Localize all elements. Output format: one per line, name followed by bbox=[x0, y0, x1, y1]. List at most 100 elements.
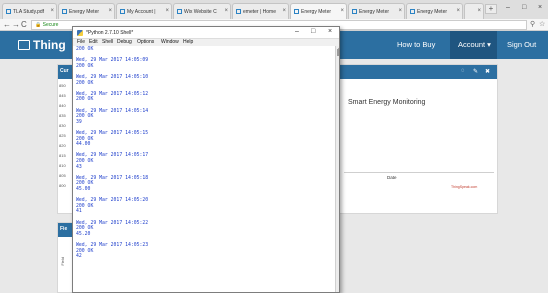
minimize-icon[interactable]: – bbox=[506, 4, 510, 11]
tab-label: Energy Meter bbox=[69, 9, 100, 15]
menu-options[interactable]: Options bbox=[137, 39, 154, 45]
close-icon[interactable]: × bbox=[224, 8, 228, 14]
close-icon[interactable]: × bbox=[50, 8, 54, 14]
x-axis-label: Date bbox=[387, 175, 397, 180]
window-title: *Python 2.7.10 Shell* bbox=[86, 30, 134, 36]
window-titlebar: *Python 2.7.10 Shell* – □ × bbox=[73, 27, 339, 39]
chart-credit-link[interactable]: ThingSpeak.com bbox=[451, 185, 477, 189]
thingspeak-logo[interactable]: Thing bbox=[18, 38, 66, 52]
field-chart-card-left: Cur 850 845 840 835 830 825 820 815 810 … bbox=[57, 64, 73, 214]
sign-out-link[interactable]: Sign Out bbox=[507, 40, 536, 49]
new-tab-button[interactable]: + bbox=[485, 4, 497, 14]
menu-file[interactable]: File bbox=[77, 39, 85, 45]
tab-energy-meter-3[interactable]: Energy Meter × bbox=[348, 3, 405, 19]
page-icon bbox=[352, 9, 357, 14]
tab-energy-meter-1[interactable]: Energy Meter × bbox=[58, 3, 115, 19]
chat-bubble-icon bbox=[18, 40, 30, 50]
field-chart-card: ◌ ✎ ✖ Smart Energy Monitoring Date Thing… bbox=[338, 64, 498, 214]
python-icon bbox=[77, 30, 83, 36]
tab-label: My Account | bbox=[127, 9, 156, 15]
comment-icon[interactable]: ◌ bbox=[461, 68, 465, 74]
tab-label: Wix Website C bbox=[184, 9, 217, 15]
axis-label: Field bbox=[60, 257, 65, 266]
shell-output-line: 200 OK bbox=[76, 47, 94, 52]
scroll-thumb[interactable] bbox=[337, 49, 339, 56]
y-tick: 805 bbox=[59, 173, 66, 178]
y-tick: 840 bbox=[59, 103, 66, 108]
reload-icon[interactable]: C bbox=[21, 20, 27, 29]
shell-output-line: 43 bbox=[76, 164, 82, 170]
back-icon[interactable]: ← bbox=[3, 20, 11, 29]
minimize-icon[interactable]: – bbox=[295, 28, 299, 35]
shell-output-line: 45.00 bbox=[76, 187, 91, 192]
tab-blank[interactable]: × bbox=[464, 3, 484, 19]
y-tick: 820 bbox=[59, 143, 66, 148]
menu-help[interactable]: Help bbox=[183, 39, 193, 45]
menu-debug[interactable]: Debug bbox=[117, 39, 132, 45]
card-header: Fie bbox=[58, 223, 72, 237]
menu-shell[interactable]: Shell bbox=[102, 39, 113, 45]
menu-window[interactable]: Window bbox=[161, 39, 179, 45]
edit-icon[interactable]: ✎ bbox=[473, 68, 478, 75]
menu-edit[interactable]: Edit bbox=[89, 39, 98, 45]
logo-text: Thing bbox=[33, 38, 66, 52]
close-icon[interactable]: × bbox=[328, 28, 332, 35]
screen: TLA Study.pdf × Energy Meter × My Account … bbox=[0, 0, 548, 293]
card-header: ◌ ✎ ✖ bbox=[339, 65, 497, 79]
page-icon bbox=[294, 9, 299, 14]
tab-label: Energy Meter bbox=[417, 9, 448, 15]
card-title: Cur bbox=[60, 68, 69, 74]
close-icon[interactable]: × bbox=[165, 8, 169, 14]
field-chart-card-left-2: Fie Field bbox=[57, 222, 73, 293]
page-icon bbox=[62, 9, 67, 14]
menu-bar: File Edit Shell Debug Options Window Hel… bbox=[73, 39, 339, 46]
zoom-icon[interactable]: ⚲ bbox=[530, 20, 535, 28]
shell-output[interactable]: 200 OK Wed, 29 Mar 2017 14:05:09 200 OK Wed… bbox=[73, 46, 335, 292]
y-tick: 830 bbox=[59, 123, 66, 128]
account-menu[interactable]: Account ▾ bbox=[450, 31, 497, 59]
browser-tab-strip: TLA Study.pdf × Energy Meter × My Account … bbox=[0, 0, 548, 19]
close-icon[interactable]: × bbox=[108, 8, 112, 14]
star-icon[interactable]: ☆ bbox=[539, 20, 545, 28]
tab-energy-meter-4[interactable]: Energy Meter × bbox=[406, 3, 463, 19]
shell-output-line: 45.20 bbox=[76, 231, 91, 237]
y-tick: 825 bbox=[59, 133, 66, 138]
page-icon bbox=[177, 9, 182, 14]
close-icon[interactable]: × bbox=[477, 8, 481, 14]
lock-icon: 🔒 bbox=[35, 22, 43, 28]
shell-output-line: 200 OK bbox=[76, 80, 94, 86]
tab-label: emeter | Home bbox=[243, 9, 276, 15]
shell-output-line: 200 OK bbox=[76, 97, 94, 103]
document-icon bbox=[6, 9, 11, 14]
maximize-icon[interactable]: □ bbox=[522, 4, 526, 11]
shell-output-line: 39 bbox=[76, 119, 82, 125]
scrollbar[interactable]: ▲ bbox=[335, 46, 339, 292]
close-icon[interactable]: × bbox=[340, 8, 344, 14]
y-tick: 810 bbox=[59, 163, 66, 168]
tab-label: Energy Meter bbox=[359, 9, 390, 15]
tab-label: TLA Study.pdf bbox=[13, 9, 45, 15]
how-to-buy-link[interactable]: How to Buy bbox=[397, 40, 435, 49]
close-icon[interactable]: ✖ bbox=[485, 68, 490, 75]
close-icon[interactable]: × bbox=[282, 8, 286, 14]
tab-emeter-home[interactable]: emeter | Home × bbox=[232, 3, 289, 19]
shell-output-line: 200 OK bbox=[76, 63, 94, 69]
close-window-icon[interactable]: × bbox=[538, 4, 542, 11]
python-shell-window: *Python 2.7.10 Shell* – □ × File Edit Sh… bbox=[72, 26, 340, 293]
forward-icon[interactable]: → bbox=[12, 20, 20, 29]
close-icon[interactable]: × bbox=[456, 8, 460, 14]
chart-title: Smart Energy Monitoring bbox=[348, 99, 426, 106]
maximize-icon[interactable]: □ bbox=[311, 28, 315, 35]
y-tick: 815 bbox=[59, 153, 66, 158]
tab-energy-meter-active[interactable]: Energy Meter × bbox=[290, 3, 347, 19]
y-tick: 845 bbox=[59, 93, 66, 98]
y-tick: 850 bbox=[59, 83, 66, 88]
page-icon bbox=[410, 9, 415, 14]
shell-output-line: 42 bbox=[76, 254, 82, 260]
close-icon[interactable]: × bbox=[398, 8, 402, 14]
card-header: Cur bbox=[58, 65, 72, 79]
url-text: Secure bbox=[42, 22, 59, 28]
tab-my-account[interactable]: My Account | × bbox=[116, 3, 172, 19]
tab-wix-website[interactable]: Wix Website C × bbox=[173, 3, 231, 19]
tab-tla-study[interactable]: TLA Study.pdf × bbox=[2, 3, 57, 19]
